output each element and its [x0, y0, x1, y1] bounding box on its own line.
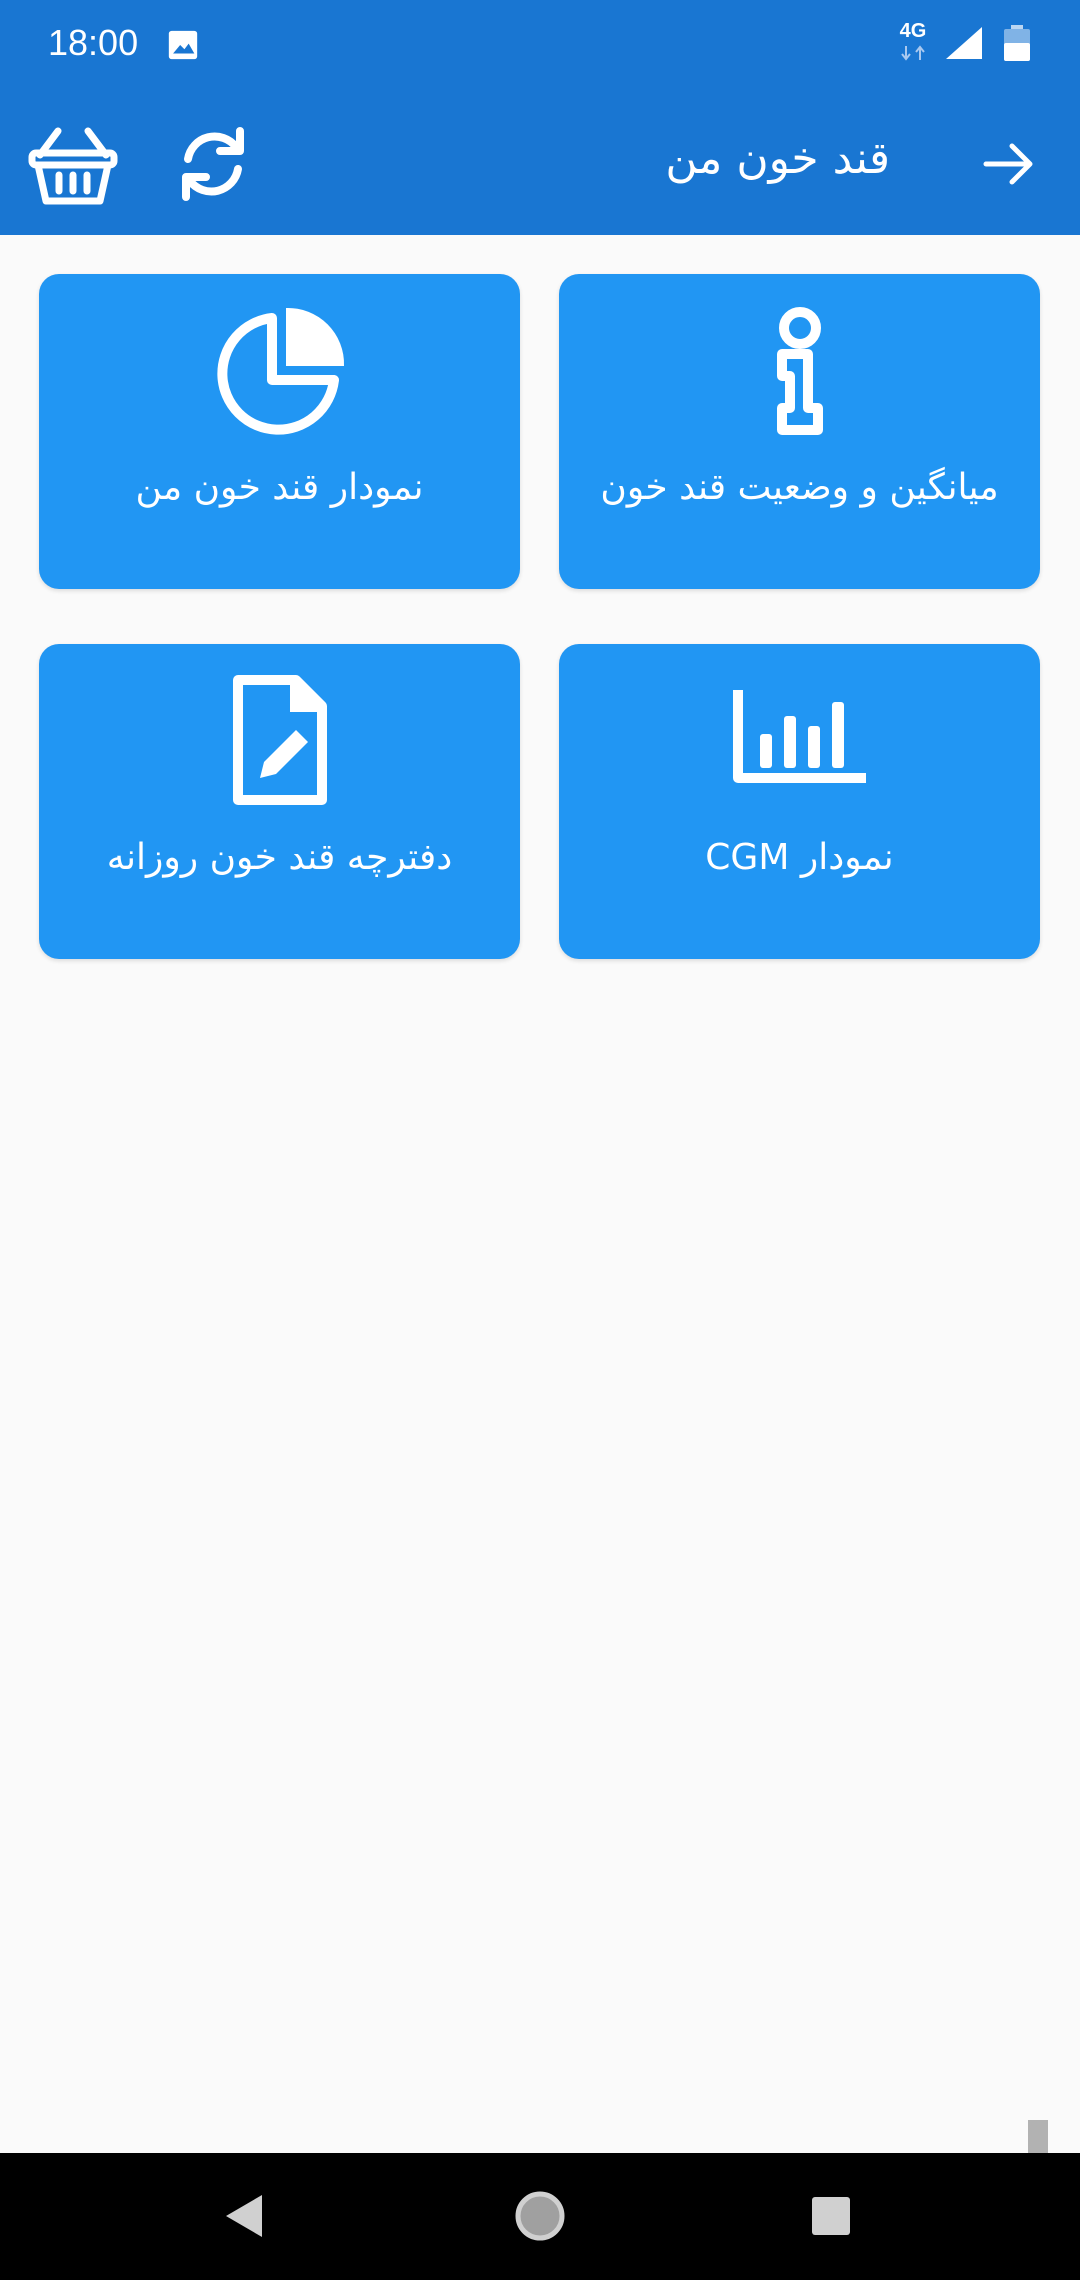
bar-chart-icon — [732, 690, 866, 783]
gallery-icon — [168, 30, 198, 60]
card-label: میانگین و وضعیت قند خون — [600, 467, 999, 508]
app-toolbar: قند خون من — [0, 91, 1080, 235]
arrow-back-icon — [983, 143, 1033, 185]
card-label: نمودار CGM — [705, 837, 894, 878]
blood-sugar-chart-card[interactable]: نمودار قند خون من — [39, 274, 520, 589]
nav-recent-icon — [812, 2197, 850, 2235]
basket-icon — [28, 127, 118, 205]
nav-back-button[interactable] — [210, 2181, 280, 2251]
nav-back-icon — [226, 2195, 262, 2237]
edit-document-icon — [232, 675, 327, 805]
pie-chart-icon — [216, 307, 344, 435]
system-nav-bar — [0, 2153, 1080, 2280]
status-bar: 18:00 4G — [0, 0, 1080, 91]
basket-button[interactable] — [28, 119, 118, 209]
info-icon — [776, 307, 823, 435]
card-label: دفترچه قند خون روزانه — [106, 837, 453, 878]
network-4g-icon: 4G — [893, 20, 933, 64]
refresh-icon — [182, 127, 244, 201]
back-button[interactable] — [964, 119, 1054, 209]
average-status-card[interactable]: میانگین و وضعیت قند خون — [559, 274, 1040, 589]
nav-home-icon — [515, 2191, 565, 2241]
battery-icon — [1004, 25, 1030, 61]
screen: 18:00 4G قند خون من میانگین و وضعیت قند … — [0, 0, 1080, 2280]
nav-recent-button[interactable] — [796, 2181, 866, 2251]
daily-logbook-card[interactable]: دفترچه قند خون روزانه — [39, 644, 520, 959]
status-time: 18:00 — [48, 22, 139, 63]
signal-icon — [946, 27, 982, 59]
refresh-button[interactable] — [168, 119, 258, 209]
card-label: نمودار قند خون من — [135, 467, 424, 508]
cgm-chart-card[interactable]: نمودار CGM — [559, 644, 1040, 959]
nav-home-button[interactable] — [505, 2181, 575, 2251]
page-title: قند خون من — [665, 133, 890, 184]
network-label: 4G — [899, 20, 927, 42]
